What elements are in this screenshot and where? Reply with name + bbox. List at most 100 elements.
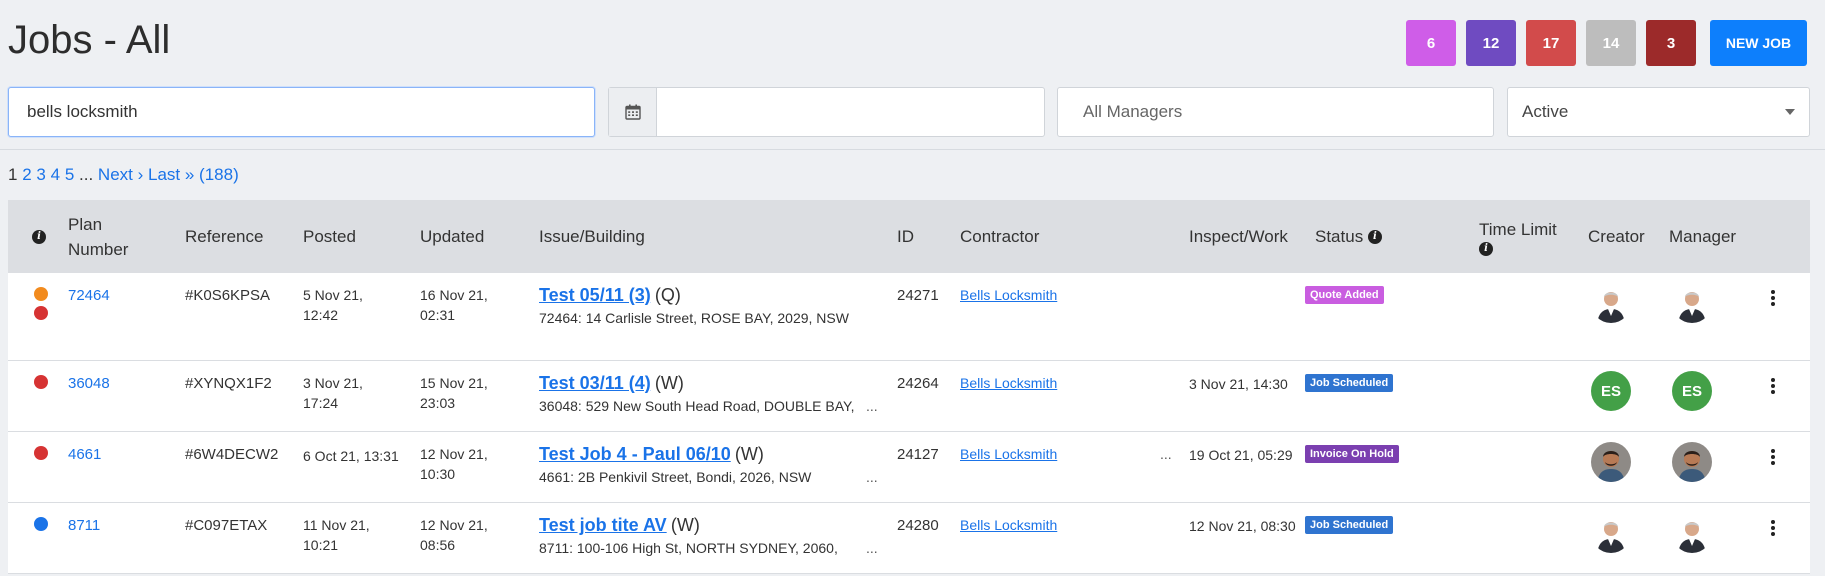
row-menu-icon[interactable] [1768,378,1778,394]
address-more[interactable]: ... [866,469,878,485]
page-current: 1 [8,165,18,184]
manager-avatar[interactable] [1672,513,1712,553]
updated-date: 12 Nov 21, [420,517,488,533]
plan-number-link[interactable]: 72464 [68,287,110,304]
managers-select[interactable]: All Managers [1057,87,1494,137]
issue-title-link[interactable]: Test Job 4 - Paul 06/10 [539,444,731,464]
issue-type: (Q) [654,285,681,305]
count-badge-5[interactable]: 3 [1646,20,1696,66]
address-more[interactable]: ... [866,540,878,556]
manager-avatar[interactable] [1672,283,1712,323]
issue-address: 8711: 100-106 High St, NORTH SYDNEY, 206… [539,540,838,556]
date-range-input[interactable] [657,88,1044,136]
status-dot [34,306,48,320]
updated-date: 12 Nov 21, [420,446,488,462]
plan-number-link[interactable]: 8711 [68,517,100,534]
updated-date: 15 Nov 21, [420,375,488,391]
page-link-2[interactable]: 2 [22,165,31,184]
page-last-link[interactable]: Last » [148,165,194,184]
contractor-link[interactable]: Bells Locksmith [960,517,1057,533]
search-input[interactable] [8,87,595,137]
creator-avatar[interactable] [1591,513,1631,553]
issue-type: (W) [670,515,700,535]
status-badge: Job Scheduled [1305,374,1394,392]
table-row[interactable]: 8711 #C097ETAX 11 Nov 21, 10:21 12 Nov 2… [8,503,1810,574]
page-link-4[interactable]: 4 [51,165,60,184]
col-manager[interactable]: Manager [1669,200,1736,273]
col-issue-building[interactable]: Issue/Building [539,200,645,273]
updated-time: 23:03 [420,395,456,411]
count-badge-2[interactable]: 12 [1466,20,1516,66]
posted-time: 10:21 [303,537,339,553]
col-posted[interactable]: Posted [303,200,356,273]
col-contractor[interactable]: Contractor [960,200,1039,273]
issue-address: 4661: 2B Penkivil Street, Bondi, 2026, N… [539,469,812,485]
job-id: 24264 [897,375,939,392]
filter-bar: All Managers Active [8,87,1810,137]
address-more[interactable]: ... [866,398,878,414]
contractor-link[interactable]: Bells Locksmith [960,287,1057,303]
divider [0,149,1825,150]
table-row[interactable]: 72464 #K0S6KPSA 5 Nov 21, 12:42 16 Nov 2… [8,273,1810,361]
info-icon[interactable]: i [32,229,46,244]
issue-title-link[interactable]: Test 05/11 (3) [539,285,651,305]
status-badge: Quote Added [1305,286,1384,304]
status-badge-group: 6 12 17 14 3 NEW JOB [1406,20,1807,66]
reference: #XYNQX1F2 [185,375,272,392]
page-next-link[interactable]: Next › [98,165,143,184]
table-row[interactable]: 4661 #6W4DECW2 6 Oct 21, 13:31 12 Nov 21… [8,432,1810,503]
issue-type: (W) [654,373,684,393]
creator-avatar[interactable] [1591,442,1631,482]
contractor-link[interactable]: Bells Locksmith [960,375,1057,391]
job-id: 24271 [897,287,939,304]
page-ellipsis: ... [79,165,94,184]
col-id[interactable]: ID [897,200,914,273]
contractor-more[interactable]: ... [1160,446,1172,462]
status-badge: Invoice On Hold [1305,445,1399,463]
table-row[interactable]: 36048 #XYNQX1F2 3 Nov 21, 17:24 15 Nov 2… [8,361,1810,432]
col-status[interactable]: Status [1315,224,1363,249]
plan-number-link[interactable]: 4661 [68,446,101,463]
row-menu-icon[interactable] [1768,520,1778,536]
page-link-5[interactable]: 5 [65,165,74,184]
status-info-icon[interactable]: i [1367,229,1382,244]
row-menu-icon[interactable] [1768,449,1778,465]
col-time-limit[interactable]: Time Limit [1479,217,1557,242]
issue-title-link[interactable]: Test 03/11 (4) [539,373,651,393]
plan-number-link[interactable]: 36048 [68,375,110,392]
job-id: 24127 [897,446,939,463]
chevron-down-icon [1785,109,1795,115]
manager-avatar[interactable] [1672,442,1712,482]
issue-address: 36048: 529 New South Head Road, DOUBLE B… [539,398,855,414]
count-badge-3[interactable]: 17 [1526,20,1576,66]
status-select[interactable]: Active [1507,87,1810,137]
status-dot [34,517,48,531]
status-select-value: Active [1522,102,1569,121]
new-job-button[interactable]: NEW JOB [1710,20,1807,66]
manager-avatar[interactable]: ES [1672,371,1712,411]
row-menu-icon[interactable] [1768,290,1778,306]
calendar-icon[interactable] [609,88,657,136]
posted-date: 5 Nov 21, [303,287,363,303]
col-updated[interactable]: Updated [420,200,484,273]
col-plan-number[interactable]: Plan Number [68,200,148,273]
col-inspect-work[interactable]: Inspect/Work [1189,200,1288,273]
time-limit-info-icon[interactable]: i [1479,242,1493,256]
posted-date: 3 Nov 21, [303,375,363,391]
issue-type: (W) [734,444,764,464]
creator-avatar[interactable] [1591,283,1631,323]
date-filter [608,87,1045,137]
posted-date: 6 Oct 21, 13:31 [303,448,399,464]
reference: #K0S6KPSA [185,287,271,304]
col-reference[interactable]: Reference [185,200,263,273]
issue-title-link[interactable]: Test job tite AV [539,515,667,535]
posted-time: 17:24 [303,395,339,411]
count-badge-1[interactable]: 6 [1406,20,1456,66]
creator-avatar[interactable]: ES [1591,371,1631,411]
page-total[interactable]: (188) [199,165,239,184]
col-creator[interactable]: Creator [1588,200,1645,273]
inspect-work-date: 19 Oct 21, 05:29 [1189,447,1293,463]
contractor-link[interactable]: Bells Locksmith [960,446,1057,462]
count-badge-4[interactable]: 14 [1586,20,1636,66]
page-link-3[interactable]: 3 [36,165,45,184]
